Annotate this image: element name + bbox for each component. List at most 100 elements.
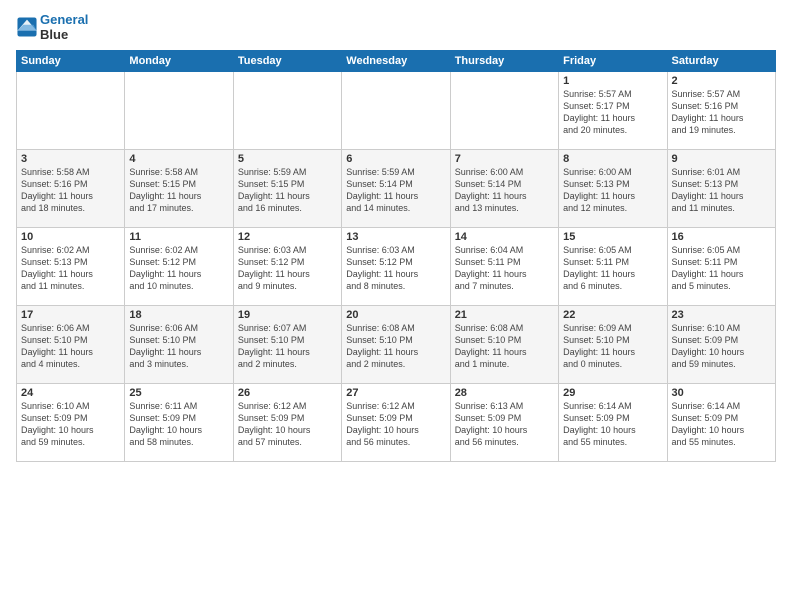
calendar-cell: 3Sunrise: 5:58 AM Sunset: 5:16 PM Daylig…	[17, 150, 125, 228]
day-number: 11	[129, 231, 228, 243]
calendar-cell: 14Sunrise: 6:04 AM Sunset: 5:11 PM Dayli…	[450, 228, 558, 306]
day-info: Sunrise: 5:57 AM Sunset: 5:17 PM Dayligh…	[563, 88, 662, 137]
day-info: Sunrise: 6:14 AM Sunset: 5:09 PM Dayligh…	[563, 400, 662, 449]
day-info: Sunrise: 6:03 AM Sunset: 5:12 PM Dayligh…	[238, 244, 337, 293]
calendar-cell: 28Sunrise: 6:13 AM Sunset: 5:09 PM Dayli…	[450, 384, 558, 462]
calendar-cell: 19Sunrise: 6:07 AM Sunset: 5:10 PM Dayli…	[233, 306, 341, 384]
calendar-cell: 20Sunrise: 6:08 AM Sunset: 5:10 PM Dayli…	[342, 306, 450, 384]
calendar-cell	[233, 72, 341, 150]
calendar-cell	[17, 72, 125, 150]
weekday-header-thursday: Thursday	[450, 51, 558, 72]
week-row-2: 10Sunrise: 6:02 AM Sunset: 5:13 PM Dayli…	[17, 228, 776, 306]
day-info: Sunrise: 6:05 AM Sunset: 5:11 PM Dayligh…	[563, 244, 662, 293]
calendar-cell: 26Sunrise: 6:12 AM Sunset: 5:09 PM Dayli…	[233, 384, 341, 462]
day-info: Sunrise: 6:02 AM Sunset: 5:13 PM Dayligh…	[21, 244, 120, 293]
calendar-cell: 15Sunrise: 6:05 AM Sunset: 5:11 PM Dayli…	[559, 228, 667, 306]
calendar-cell: 25Sunrise: 6:11 AM Sunset: 5:09 PM Dayli…	[125, 384, 233, 462]
day-number: 1	[563, 75, 662, 87]
day-number: 12	[238, 231, 337, 243]
day-info: Sunrise: 5:58 AM Sunset: 5:15 PM Dayligh…	[129, 166, 228, 215]
day-number: 17	[21, 309, 120, 321]
day-info: Sunrise: 6:10 AM Sunset: 5:09 PM Dayligh…	[21, 400, 120, 449]
day-number: 7	[455, 153, 554, 165]
calendar-cell: 22Sunrise: 6:09 AM Sunset: 5:10 PM Dayli…	[559, 306, 667, 384]
calendar-cell: 27Sunrise: 6:12 AM Sunset: 5:09 PM Dayli…	[342, 384, 450, 462]
day-info: Sunrise: 6:02 AM Sunset: 5:12 PM Dayligh…	[129, 244, 228, 293]
logo: General Blue	[16, 12, 88, 42]
logo-icon	[16, 16, 38, 38]
day-number: 6	[346, 153, 445, 165]
day-number: 23	[672, 309, 771, 321]
day-number: 15	[563, 231, 662, 243]
day-number: 5	[238, 153, 337, 165]
calendar-cell	[342, 72, 450, 150]
day-number: 24	[21, 387, 120, 399]
calendar-cell: 18Sunrise: 6:06 AM Sunset: 5:10 PM Dayli…	[125, 306, 233, 384]
day-info: Sunrise: 6:11 AM Sunset: 5:09 PM Dayligh…	[129, 400, 228, 449]
day-info: Sunrise: 6:06 AM Sunset: 5:10 PM Dayligh…	[129, 322, 228, 371]
calendar-cell: 23Sunrise: 6:10 AM Sunset: 5:09 PM Dayli…	[667, 306, 775, 384]
calendar-cell	[450, 72, 558, 150]
day-number: 3	[21, 153, 120, 165]
calendar-cell: 7Sunrise: 6:00 AM Sunset: 5:14 PM Daylig…	[450, 150, 558, 228]
day-info: Sunrise: 6:01 AM Sunset: 5:13 PM Dayligh…	[672, 166, 771, 215]
header: General Blue	[16, 12, 776, 42]
day-number: 14	[455, 231, 554, 243]
calendar-cell: 2Sunrise: 5:57 AM Sunset: 5:16 PM Daylig…	[667, 72, 775, 150]
day-info: Sunrise: 6:05 AM Sunset: 5:11 PM Dayligh…	[672, 244, 771, 293]
week-row-4: 24Sunrise: 6:10 AM Sunset: 5:09 PM Dayli…	[17, 384, 776, 462]
calendar-cell: 11Sunrise: 6:02 AM Sunset: 5:12 PM Dayli…	[125, 228, 233, 306]
day-number: 19	[238, 309, 337, 321]
day-number: 22	[563, 309, 662, 321]
week-row-1: 3Sunrise: 5:58 AM Sunset: 5:16 PM Daylig…	[17, 150, 776, 228]
day-number: 16	[672, 231, 771, 243]
logo-text: General Blue	[40, 12, 88, 42]
day-info: Sunrise: 6:08 AM Sunset: 5:10 PM Dayligh…	[455, 322, 554, 371]
day-info: Sunrise: 5:58 AM Sunset: 5:16 PM Dayligh…	[21, 166, 120, 215]
calendar-cell: 10Sunrise: 6:02 AM Sunset: 5:13 PM Dayli…	[17, 228, 125, 306]
calendar-cell: 4Sunrise: 5:58 AM Sunset: 5:15 PM Daylig…	[125, 150, 233, 228]
day-info: Sunrise: 6:00 AM Sunset: 5:13 PM Dayligh…	[563, 166, 662, 215]
calendar-cell: 29Sunrise: 6:14 AM Sunset: 5:09 PM Dayli…	[559, 384, 667, 462]
weekday-header-wednesday: Wednesday	[342, 51, 450, 72]
day-info: Sunrise: 6:12 AM Sunset: 5:09 PM Dayligh…	[238, 400, 337, 449]
day-info: Sunrise: 6:10 AM Sunset: 5:09 PM Dayligh…	[672, 322, 771, 371]
calendar-cell: 13Sunrise: 6:03 AM Sunset: 5:12 PM Dayli…	[342, 228, 450, 306]
day-number: 25	[129, 387, 228, 399]
weekday-header-friday: Friday	[559, 51, 667, 72]
week-row-3: 17Sunrise: 6:06 AM Sunset: 5:10 PM Dayli…	[17, 306, 776, 384]
calendar-cell: 24Sunrise: 6:10 AM Sunset: 5:09 PM Dayli…	[17, 384, 125, 462]
day-info: Sunrise: 6:03 AM Sunset: 5:12 PM Dayligh…	[346, 244, 445, 293]
day-info: Sunrise: 6:13 AM Sunset: 5:09 PM Dayligh…	[455, 400, 554, 449]
day-number: 27	[346, 387, 445, 399]
day-info: Sunrise: 6:04 AM Sunset: 5:11 PM Dayligh…	[455, 244, 554, 293]
calendar-cell	[125, 72, 233, 150]
weekday-header-sunday: Sunday	[17, 51, 125, 72]
day-info: Sunrise: 6:12 AM Sunset: 5:09 PM Dayligh…	[346, 400, 445, 449]
weekday-header-monday: Monday	[125, 51, 233, 72]
day-number: 26	[238, 387, 337, 399]
day-info: Sunrise: 5:57 AM Sunset: 5:16 PM Dayligh…	[672, 88, 771, 137]
day-info: Sunrise: 6:00 AM Sunset: 5:14 PM Dayligh…	[455, 166, 554, 215]
day-info: Sunrise: 5:59 AM Sunset: 5:14 PM Dayligh…	[346, 166, 445, 215]
day-number: 29	[563, 387, 662, 399]
week-row-0: 1Sunrise: 5:57 AM Sunset: 5:17 PM Daylig…	[17, 72, 776, 150]
calendar-cell: 30Sunrise: 6:14 AM Sunset: 5:09 PM Dayli…	[667, 384, 775, 462]
calendar-cell: 9Sunrise: 6:01 AM Sunset: 5:13 PM Daylig…	[667, 150, 775, 228]
calendar-cell: 1Sunrise: 5:57 AM Sunset: 5:17 PM Daylig…	[559, 72, 667, 150]
calendar: SundayMondayTuesdayWednesdayThursdayFrid…	[16, 50, 776, 462]
day-info: Sunrise: 6:08 AM Sunset: 5:10 PM Dayligh…	[346, 322, 445, 371]
day-number: 10	[21, 231, 120, 243]
page: General Blue SundayMondayTuesdayWednesda…	[0, 0, 792, 612]
day-number: 2	[672, 75, 771, 87]
day-info: Sunrise: 6:06 AM Sunset: 5:10 PM Dayligh…	[21, 322, 120, 371]
weekday-header-saturday: Saturday	[667, 51, 775, 72]
day-number: 20	[346, 309, 445, 321]
day-info: Sunrise: 6:07 AM Sunset: 5:10 PM Dayligh…	[238, 322, 337, 371]
calendar-cell: 5Sunrise: 5:59 AM Sunset: 5:15 PM Daylig…	[233, 150, 341, 228]
day-number: 30	[672, 387, 771, 399]
day-number: 4	[129, 153, 228, 165]
day-number: 13	[346, 231, 445, 243]
day-number: 18	[129, 309, 228, 321]
day-number: 21	[455, 309, 554, 321]
